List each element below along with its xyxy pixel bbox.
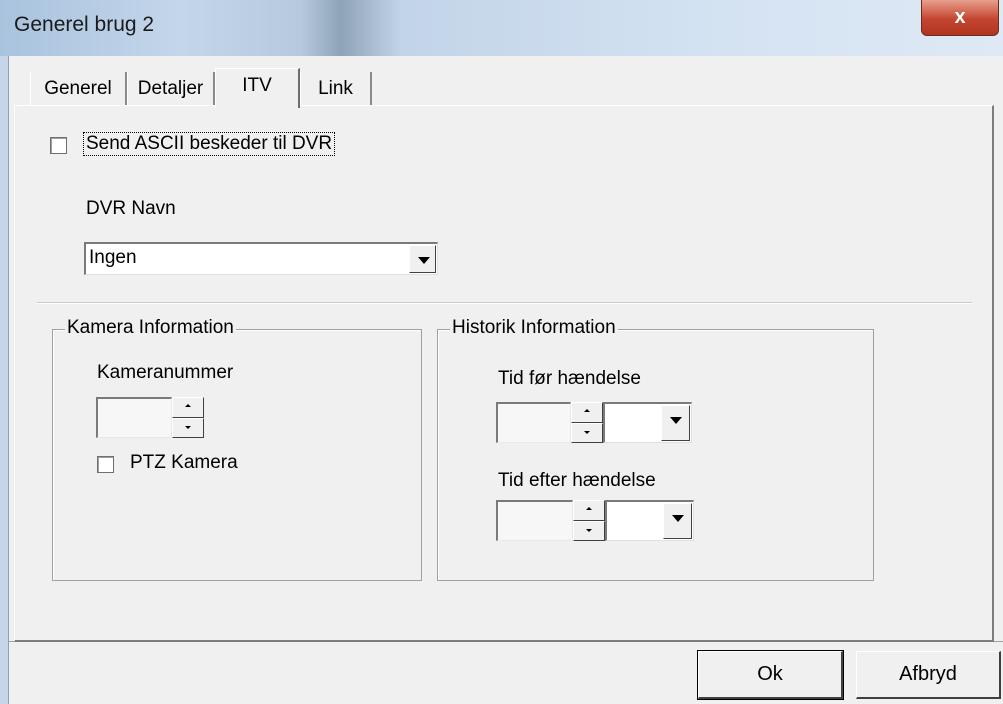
- camera-number-spinner[interactable]: [172, 397, 204, 438]
- close-button[interactable]: x: [921, 0, 999, 36]
- cancel-button-label: Afbryd: [899, 663, 957, 685]
- camera-number-label: Kameranummer: [97, 362, 234, 383]
- history-group-title: Historik Information: [450, 317, 618, 339]
- chevron-down-icon[interactable]: [409, 245, 436, 273]
- tab-itv[interactable]: ITV: [215, 68, 300, 108]
- tab-label: Generel: [44, 78, 112, 99]
- spin-up-icon[interactable]: [571, 402, 603, 423]
- spin-up-icon[interactable]: [573, 500, 605, 521]
- window-frame-left: [0, 56, 8, 704]
- tab-label: ITV: [242, 74, 272, 96]
- history-info-group: Historik Information: [437, 317, 874, 581]
- time-before-unit-dropdown[interactable]: [603, 402, 692, 443]
- ok-button-label: Ok: [757, 663, 783, 685]
- dvr-name-label: DVR Navn: [86, 198, 176, 219]
- spin-up-icon[interactable]: [172, 397, 204, 418]
- camera-number-input[interactable]: [96, 397, 172, 438]
- ptz-camera-checkbox[interactable]: [97, 456, 114, 473]
- chevron-down-icon[interactable]: [663, 503, 692, 539]
- chevron-down-icon[interactable]: [661, 405, 690, 441]
- cancel-button[interactable]: Afbryd: [856, 651, 1001, 699]
- window-title: Generel brug 2: [14, 13, 155, 36]
- close-icon: x: [954, 6, 966, 28]
- time-after-spinner[interactable]: [573, 500, 605, 541]
- time-before-input[interactable]: [496, 402, 571, 443]
- dvr-name-dropdown[interactable]: Ingen: [84, 242, 438, 275]
- tab-generel[interactable]: Generel: [30, 72, 127, 106]
- dvr-name-value: Ingen: [89, 247, 137, 268]
- send-ascii-label[interactable]: Send ASCII beskeder til DVR: [82, 132, 336, 156]
- time-after-unit-dropdown[interactable]: [605, 500, 694, 541]
- send-ascii-checkbox[interactable]: [50, 137, 67, 154]
- tab-detaljer[interactable]: Detaljer: [127, 72, 215, 106]
- camera-group-title: Kamera Information: [65, 317, 236, 339]
- tab-label: Link: [318, 78, 353, 99]
- time-after-input[interactable]: [496, 500, 573, 541]
- time-after-label: Tid efter hændelse: [498, 470, 656, 491]
- time-before-spinner[interactable]: [571, 402, 603, 443]
- spin-down-icon[interactable]: [571, 422, 603, 443]
- spin-down-icon[interactable]: [172, 417, 204, 438]
- ptz-camera-label: PTZ Kamera: [130, 452, 238, 473]
- spin-down-icon[interactable]: [573, 520, 605, 541]
- ok-button[interactable]: Ok: [697, 650, 844, 700]
- tab-label: Detaljer: [137, 78, 204, 99]
- title-bar: Generel brug 2 x: [0, 0, 1003, 56]
- time-before-label: Tid før hændelse: [498, 368, 641, 389]
- tab-link[interactable]: Link: [300, 72, 372, 106]
